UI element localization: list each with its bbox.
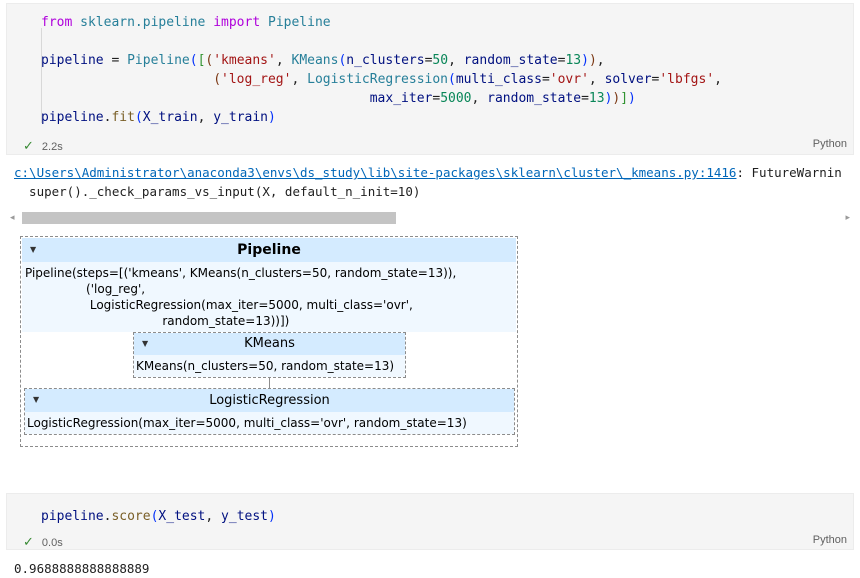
warning-line-1: c:\Users\Administrator\anaconda3\envs\ds… xyxy=(14,165,842,180)
pipeline-repr: Pipeline(steps=[('kmeans', KMeans(n_clus… xyxy=(22,262,516,332)
code-line: ('log_reg', LogisticRegression(multi_cla… xyxy=(213,72,722,87)
cell-language[interactable]: Python xyxy=(813,534,847,546)
logreg-repr: LogisticRegression(max_iter=5000, multi_… xyxy=(25,412,514,434)
cell-language[interactable]: Python xyxy=(813,138,847,150)
code-cell-1[interactable]: from sklearn.pipeline import Pipeline pip… xyxy=(6,3,854,155)
code-line: max_iter=5000, random_state=13))]) xyxy=(369,91,636,106)
logreg-title: LogisticRegression xyxy=(209,393,330,408)
pipeline-diagram: ▼ Pipeline Pipeline(steps=[('kmeans', KM… xyxy=(20,236,518,447)
chevron-right-icon[interactable]: ▸ xyxy=(845,212,850,223)
code-line: pipeline.score(X_test, y_test) xyxy=(41,509,276,524)
check-icon: ✓ xyxy=(23,138,34,153)
code-line: from sklearn.pipeline import Pipeline xyxy=(41,15,331,30)
scrollbar-thumb[interactable] xyxy=(22,212,396,224)
score-output: 0.9688888888888889 xyxy=(14,561,150,576)
execution-status: ✓ 2.2s xyxy=(23,138,63,154)
code-editor-1[interactable]: from sklearn.pipeline import Pipeline pip… xyxy=(41,13,722,127)
horizontal-scrollbar[interactable]: ◂ ▸ xyxy=(6,212,854,224)
chevron-left-icon[interactable]: ◂ xyxy=(10,212,15,223)
warning-file-link[interactable]: c:\Users\Administrator\anaconda3\envs\ds… xyxy=(14,165,736,180)
pipeline-header[interactable]: ▼ Pipeline xyxy=(22,238,516,262)
kmeans-repr: KMeans(n_clusters=50, random_state=13) xyxy=(134,355,405,377)
logreg-step: ▼ LogisticRegression LogisticRegression(… xyxy=(24,388,515,435)
execution-time: 2.2s xyxy=(41,141,63,153)
kmeans-header[interactable]: ▼ KMeans xyxy=(134,333,405,355)
warning-line-2: super()._check_params_vs_input(X, defaul… xyxy=(14,184,421,199)
logreg-header[interactable]: ▼ LogisticRegression xyxy=(25,389,514,412)
kmeans-title: KMeans xyxy=(244,336,295,351)
code-line: pipeline.fit(X_train, y_train) xyxy=(41,110,276,125)
code-cell-2[interactable]: pipeline.score(X_test, y_test) ✓ 0.0s Pyt… xyxy=(6,493,854,550)
execution-status: ✓ 0.0s xyxy=(23,534,63,550)
kmeans-step: ▼ KMeans KMeans(n_clusters=50, random_st… xyxy=(133,332,406,378)
pipeline-title: Pipeline xyxy=(237,242,301,258)
check-icon: ✓ xyxy=(23,534,34,549)
execution-time: 0.0s xyxy=(41,537,63,549)
warning-text: : FutureWarnin xyxy=(736,165,842,180)
code-editor-2[interactable]: pipeline.score(X_test, y_test) xyxy=(41,507,276,526)
code-line: pipeline = Pipeline([('kmeans', KMeans(n… xyxy=(41,53,605,68)
